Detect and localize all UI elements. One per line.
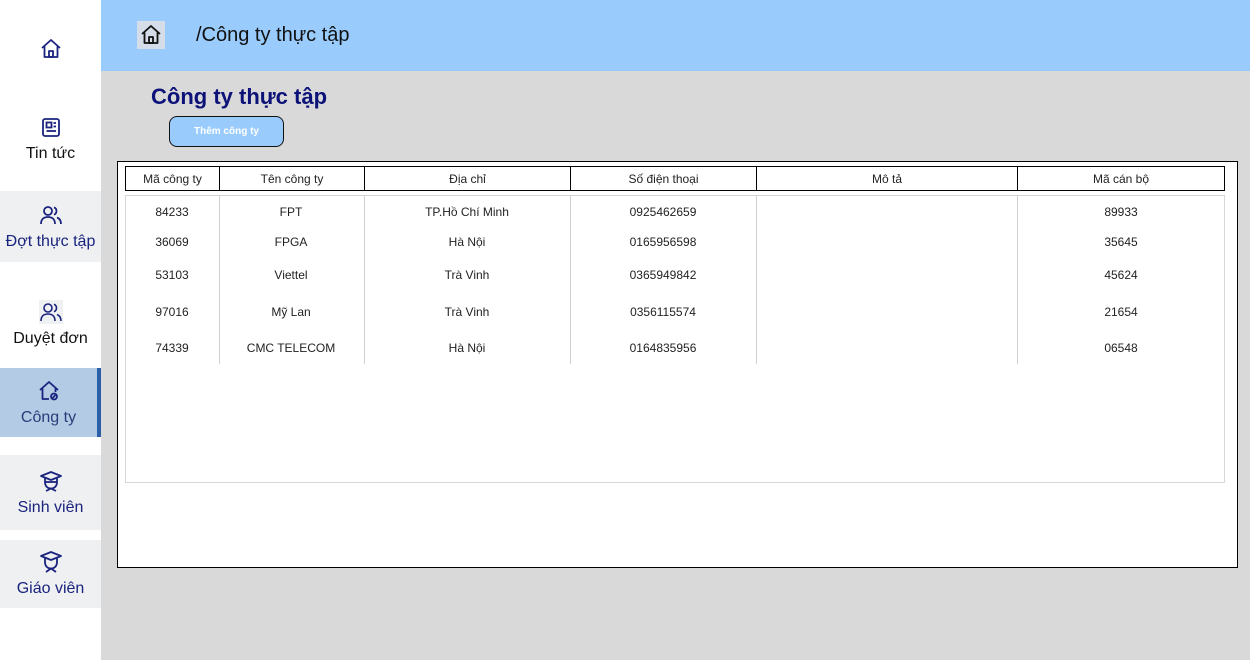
- sidebar-item-label: Sinh viên: [17, 498, 84, 516]
- table-cell: 97016: [155, 305, 189, 319]
- sidebar-item-news[interactable]: Tin tức: [0, 108, 101, 170]
- table-cell: 0356115574: [630, 305, 696, 319]
- table-cell: TP.Hồ Chí Minh: [425, 205, 509, 219]
- sidebar-item-internship-period[interactable]: Đợt thực tập: [0, 191, 101, 262]
- table-cell: 0365949842: [629, 268, 697, 282]
- home-icon: [139, 23, 163, 47]
- company-table-panel: Mã công ty Tên công ty Địa chỉ Số điện t…: [117, 161, 1238, 568]
- add-company-button[interactable]: Thêm công ty: [169, 116, 284, 147]
- table-cell: 21654: [1104, 305, 1138, 319]
- student-icon: [39, 469, 63, 493]
- table-cell: 74339: [155, 341, 189, 355]
- teacher-icon: [39, 550, 63, 574]
- table-header: Mã công ty Tên công ty Địa chỉ Số điện t…: [125, 166, 1225, 191]
- column-header[interactable]: Tên công ty: [220, 167, 365, 190]
- table-cell: 35645: [1104, 235, 1138, 249]
- home-icon: [39, 37, 63, 61]
- table-cell: 0164835956: [629, 341, 697, 355]
- table-cell: 36069: [155, 235, 189, 249]
- table-cell: 45624: [1104, 268, 1138, 282]
- table-cell: 84233: [155, 205, 189, 219]
- table-cell: Mỹ Lan: [271, 305, 311, 319]
- sidebar-item-approve[interactable]: Duyệt đơn: [0, 290, 101, 358]
- table-cell: Trà Vinh: [444, 305, 490, 319]
- table-cell: 06548: [1104, 341, 1138, 355]
- sidebar-item-teachers[interactable]: Giáo viên: [0, 540, 101, 608]
- column-header[interactable]: Mô tả: [757, 167, 1018, 190]
- table-cell: 0925462659: [629, 205, 697, 219]
- table-cell: CMC TELECOM: [246, 341, 336, 355]
- table-body: 84233 FPT TP.Hồ Chí Minh 0925462659 89933 360…: [125, 195, 1225, 483]
- users-icon: [38, 300, 63, 324]
- sidebar-item-label: Đợt thực tập: [5, 232, 96, 250]
- breadcrumb: /Công ty thực tập: [196, 24, 350, 46]
- column-header[interactable]: Mã cán bộ: [1018, 167, 1224, 190]
- table-cell: 53103: [155, 268, 189, 282]
- column-divider: [570, 196, 571, 364]
- table-cell: Hà Nội: [448, 341, 486, 355]
- page-title: Công ty thực tập: [151, 84, 328, 109]
- table-cell: FPGA: [274, 235, 308, 249]
- users-icon: [39, 203, 63, 227]
- sidebar-item-label: Công ty: [20, 408, 77, 426]
- column-divider: [219, 196, 220, 364]
- building-icon: [37, 379, 61, 403]
- column-header[interactable]: Mã công ty: [126, 167, 220, 190]
- newspaper-icon: [39, 115, 63, 139]
- sidebar-item-label: Tin tức: [25, 145, 76, 162]
- table-cell: Trà Vinh: [444, 268, 490, 282]
- column-header[interactable]: Số điện thoại: [571, 167, 757, 190]
- column-divider: [364, 196, 365, 364]
- table-cell: Hà Nội: [448, 235, 486, 249]
- column-divider: [1017, 196, 1018, 364]
- sidebar-item-label: Duyệt đơn: [13, 330, 88, 347]
- column-divider: [756, 196, 757, 364]
- sidebar-item-students[interactable]: Sinh viên: [0, 455, 101, 530]
- sidebar-item-home[interactable]: [0, 30, 101, 68]
- sidebar: Tin tức Đợt thực tập Duyệt đơn Công ty S…: [0, 0, 101, 660]
- table-cell: FPT: [279, 205, 303, 219]
- sidebar-item-company[interactable]: Công ty: [0, 368, 101, 437]
- table-cell: 0165956598: [629, 235, 697, 249]
- table-cell: Viettel: [274, 268, 308, 282]
- home-button[interactable]: [137, 21, 165, 49]
- top-header: /Công ty thực tập: [101, 0, 1250, 71]
- sidebar-item-label: Giáo viên: [16, 580, 85, 597]
- column-header[interactable]: Địa chỉ: [365, 167, 571, 190]
- table-cell: 89933: [1104, 205, 1138, 219]
